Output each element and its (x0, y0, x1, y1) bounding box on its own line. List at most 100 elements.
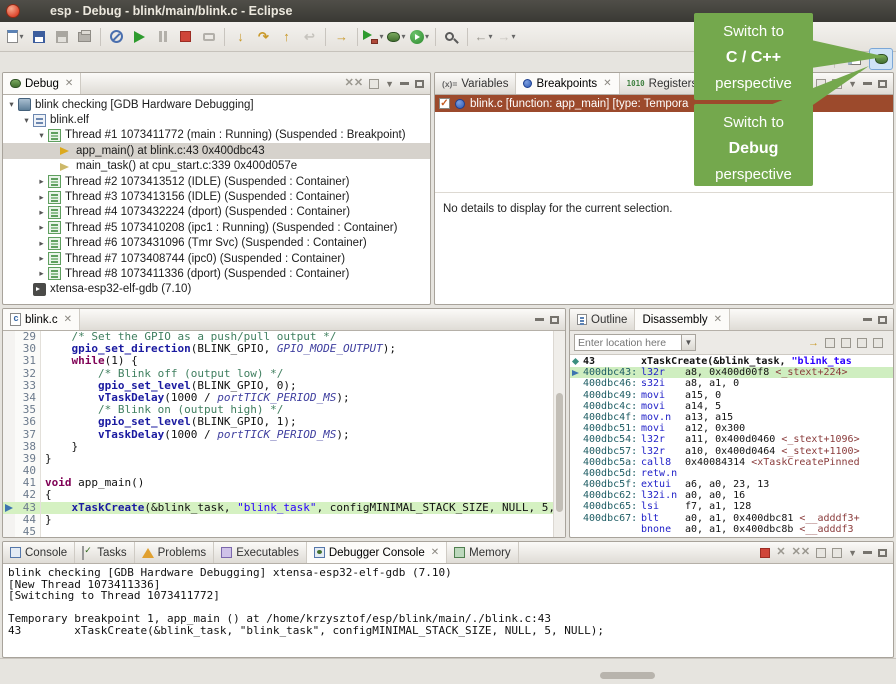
disassembly-row[interactable]: 400dbc46:s32ia8, a1, 0 (570, 378, 893, 389)
annotation-ruler[interactable] (3, 355, 15, 367)
tree-item[interactable]: Thread #8 1073411336 (dport) (Suspended … (3, 266, 430, 281)
editor-scrollbar[interactable] (553, 331, 565, 537)
expander-icon[interactable] (36, 207, 47, 218)
disassembly-row[interactable]: 400dbc67:blta0, a1, 0x400dbc81 <__adddf3… (570, 513, 893, 524)
disassembly-row[interactable]: 400dbc54:l32ra11, 0x400d0460 <_stext+109… (570, 434, 893, 445)
instruction-stepping-button[interactable]: → (330, 25, 353, 49)
remove-all-launches-icon[interactable]: ✕✕ (792, 547, 810, 558)
disassembly-listing[interactable]: 43xTaskCreate(&blink_task, "blink_tas 40… (570, 355, 893, 537)
clear-console-icon[interactable] (816, 548, 826, 558)
line-number[interactable]: 45 (15, 526, 41, 537)
save-all-button[interactable] (50, 25, 73, 49)
run-button[interactable]: ▾ (408, 25, 431, 49)
tab-tasks[interactable]: Tasks (75, 542, 134, 563)
tab-blink-c[interactable]: blink.c ✕ (3, 309, 80, 330)
tab-breakpoints[interactable]: Breakpoints ✕ (516, 73, 619, 94)
location-input[interactable] (574, 334, 682, 351)
debug-perspective-button[interactable] (869, 48, 893, 70)
expander-icon[interactable] (36, 253, 47, 264)
tab-registers[interactable]: 1010 Registers (620, 73, 706, 94)
breakpoint-row[interactable]: ✓ blink.c [function: app_main] [type: Te… (435, 95, 893, 112)
tree-item[interactable]: Thread #2 1073413512 (IDLE) (Suspended :… (3, 174, 430, 189)
annotation-ruler[interactable] (3, 392, 15, 404)
tab-memory[interactable]: Memory (447, 542, 519, 563)
tab-outline[interactable]: Outline (570, 309, 635, 330)
annotation-ruler[interactable] (3, 368, 15, 380)
close-tab-icon[interactable]: ✕ (64, 314, 72, 325)
line-number[interactable]: 43 (15, 502, 41, 514)
refresh-icon[interactable] (825, 338, 835, 348)
tab-variables[interactable]: (x)= Variables (435, 73, 516, 94)
tab-disassembly[interactable]: Disassembly ✕ (635, 309, 730, 330)
maximize-view-icon[interactable] (550, 316, 559, 324)
disassembly-row[interactable]: bnonea0, a1, 0x400dbc8b <__adddf3 (570, 524, 893, 535)
tab-console[interactable]: Console (3, 542, 75, 563)
step-return-button[interactable]: ↑ (275, 25, 298, 49)
debug-toolbar-icon[interactable] (369, 79, 379, 89)
view-menu-icon[interactable]: ▼ (385, 79, 394, 89)
disassembly-row[interactable]: 400dbc49:movia15, 0 (570, 390, 893, 401)
remove-all-terminated-icon[interactable]: ✕✕ (345, 78, 363, 89)
expander-icon[interactable] (36, 192, 47, 203)
line-number[interactable]: 42 (15, 489, 41, 501)
jump-to-pc-icon[interactable]: → (808, 337, 819, 349)
pin-icon[interactable] (873, 338, 883, 348)
annotation-ruler[interactable] (3, 404, 15, 416)
external-tools-button[interactable]: ▾ (362, 25, 385, 49)
expander-icon[interactable] (21, 115, 32, 126)
annotation-ruler[interactable] (3, 441, 15, 453)
expander-icon[interactable] (36, 176, 47, 187)
remove-launch-icon[interactable]: ✕ (776, 547, 785, 558)
annotation-ruler[interactable] (3, 502, 15, 514)
disassembly-row[interactable]: 400dbc5f:extuia6, a0, 23, 13 (570, 479, 893, 490)
terminate-console-icon[interactable] (760, 548, 770, 558)
annotation-ruler[interactable] (3, 331, 15, 343)
tree-item-stack-frame[interactable]: main_task() at cpu_start.c:339 0x400d057… (3, 159, 430, 174)
close-tab-icon[interactable]: ✕ (431, 547, 439, 558)
disassembly-row[interactable]: 400dbc5d:retw.n (570, 468, 893, 479)
horizontal-scrollbar-thumb[interactable] (600, 672, 655, 679)
disassembly-source-line[interactable]: 43xTaskCreate(&blink_task, "blink_tas (570, 356, 893, 367)
code-editor[interactable]: 29 /* Set the GPIO as a push/pull output… (3, 331, 565, 537)
tree-item-stack-frame[interactable]: app_main() at blink.c:43 0x400dbc43 (3, 143, 430, 158)
breakpoint-checkbox[interactable]: ✓ (439, 98, 450, 109)
code-line[interactable]: 44} (3, 514, 565, 526)
maximize-view-icon[interactable] (415, 80, 424, 88)
annotation-ruler[interactable] (3, 453, 15, 465)
close-tab-icon[interactable]: ✕ (65, 78, 73, 89)
suspend-button[interactable] (151, 25, 174, 49)
forward-button[interactable]: →▾ (495, 25, 518, 49)
new-button[interactable]: ▾ (4, 25, 27, 49)
tree-item[interactable]: xtensa-esp32-elf-gdb (7.10) (3, 282, 430, 297)
minimize-view-icon[interactable] (863, 318, 872, 321)
tab-problems[interactable]: Problems (135, 542, 215, 563)
resume-button[interactable] (128, 25, 151, 49)
view-menu-icon[interactable]: ▼ (848, 79, 857, 89)
location-dropdown-icon[interactable]: ▼ (682, 334, 696, 351)
code-line[interactable]: 41void app_main() (3, 477, 565, 489)
annotation-ruler[interactable] (3, 526, 15, 537)
expander-icon[interactable] (6, 99, 17, 110)
code-line-current[interactable]: 43 xTaskCreate(&blink_task, "blink_task"… (3, 502, 565, 514)
tree-item[interactable]: Thread #1 1073411772 (main : Running) (S… (3, 128, 430, 143)
tree-item[interactable]: Thread #4 1073432224 (dport) (Suspended … (3, 205, 430, 220)
show-source-icon[interactable] (841, 338, 851, 348)
view-menu-icon[interactable]: ▼ (848, 548, 857, 558)
annotation-ruler[interactable] (3, 514, 15, 526)
code-line[interactable]: 39} (3, 453, 565, 465)
disassembly-row[interactable]: 400dbc62:l32i.na0, a0, 16 (570, 490, 893, 501)
expander-icon[interactable] (36, 130, 47, 141)
code-line[interactable]: 38 } (3, 441, 565, 453)
window-close-button[interactable] (6, 4, 20, 18)
expander-icon[interactable] (36, 222, 47, 233)
disassembly-row-current[interactable]: 400dbc43:l32ra8, 0x400d00f8 <_stext+224> (570, 367, 893, 378)
annotation-ruler[interactable] (3, 477, 15, 489)
annotation-ruler[interactable] (3, 343, 15, 355)
drop-to-frame-button[interactable]: ↩ (298, 25, 321, 49)
tab-debug[interactable]: Debug ✕ (3, 73, 81, 94)
maximize-view-icon[interactable] (878, 316, 887, 324)
annotation-ruler[interactable] (3, 465, 15, 477)
tree-item[interactable]: Thread #5 1073410208 (ipc1 : Running) (S… (3, 220, 430, 235)
step-into-button[interactable]: ↓ (229, 25, 252, 49)
annotation-ruler[interactable] (3, 380, 15, 392)
